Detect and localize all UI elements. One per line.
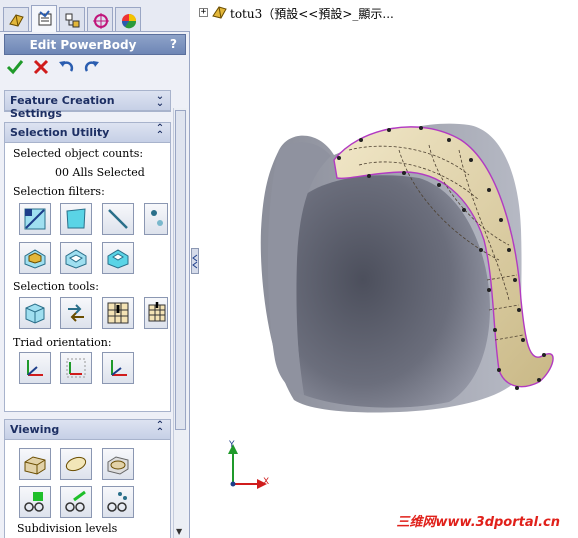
viewing-group: Viewing ⌃ ⌃ Subdivision levels: [4, 419, 171, 538]
view-box-mode-button[interactable]: [19, 448, 51, 480]
glasses-point-icon: [107, 492, 127, 512]
filter-edge-button[interactable]: [102, 203, 134, 235]
viewing-title: Viewing: [10, 423, 60, 436]
help-button[interactable]: ?: [166, 37, 181, 52]
selection-filters-label: Selection filters:: [13, 185, 105, 198]
edge-icon: [108, 209, 128, 229]
cancel-button[interactable]: [32, 58, 52, 78]
redo-button[interactable]: [83, 58, 103, 78]
filter-body-button[interactable]: [19, 242, 51, 274]
configuration-manager-icon: [65, 13, 80, 28]
subdivision-face-icon: [65, 249, 87, 269]
feature-creation-settings-header[interactable]: Feature Creation Settings ⌄ ⌄: [5, 91, 170, 120]
feature-tree-icon: [9, 14, 24, 27]
face-icon: [66, 208, 86, 229]
grid-shrink-icon: [148, 302, 166, 322]
scrollbar-thumb[interactable]: [175, 110, 186, 430]
property-manager-pane: Edit PowerBody ? Feature Creation Settin…: [0, 0, 190, 538]
selected-counts-label: Selected object counts:: [13, 147, 144, 160]
watermark-text: 三维网www.3dportal.cn: [396, 515, 560, 530]
collapse-arrows-icon: [192, 254, 198, 269]
filter-point-button[interactable]: [144, 203, 168, 235]
scroll-down-icon[interactable]: ▼: [176, 527, 182, 536]
smooth-mode-icon: [65, 456, 87, 472]
glasses-face-icon: [24, 492, 44, 512]
property-manager-icon: [38, 10, 52, 26]
x-axis-label: X: [263, 477, 270, 487]
triad-global-icon: [27, 360, 43, 376]
collapse-chevron-icon[interactable]: ⌃ ⌃: [154, 421, 166, 438]
axis-triad: [228, 444, 267, 489]
panel-title-bar: Edit PowerBody ?: [4, 34, 186, 55]
view-select-faces-button[interactable]: [19, 486, 51, 518]
select-loop-button[interactable]: [60, 297, 92, 329]
selection-utility-header[interactable]: Selection Utility ⌃ ⌃: [5, 123, 170, 143]
filter-subdivision-face-button[interactable]: [60, 242, 92, 274]
dimxpert-icon: [93, 13, 109, 29]
filter-all-icon: [24, 208, 46, 230]
dimxpert-manager-tab[interactable]: [87, 7, 113, 31]
ok-button[interactable]: [6, 58, 26, 78]
selection-tools-label: Selection tools:: [13, 280, 99, 293]
select-cube-button[interactable]: [19, 297, 51, 329]
triad-local-icon: [66, 358, 86, 378]
body-icon: [24, 249, 46, 269]
shrink-selection-button[interactable]: [144, 297, 168, 329]
triad-view-button[interactable]: [102, 352, 134, 384]
glasses-edge-icon: [65, 490, 86, 512]
point-icon: [151, 210, 163, 226]
triad-local-button[interactable]: [60, 352, 92, 384]
cube-icon: [25, 303, 45, 324]
collapse-chevron-icon[interactable]: ⌃ ⌃: [154, 124, 166, 141]
checkmark-icon: [6, 60, 24, 75]
loop-arrows-icon: [68, 304, 84, 322]
view-select-points-button[interactable]: [102, 486, 134, 518]
triad-view-icon: [111, 360, 127, 376]
selection-utility-group: Selection Utility ⌃ ⌃ Selected object cou…: [4, 122, 171, 412]
feature-manager-tab[interactable]: [3, 7, 29, 31]
close-icon: [33, 59, 49, 75]
view-select-edges-button[interactable]: [60, 486, 92, 518]
redo-icon: [84, 61, 99, 72]
feature-creation-settings-title: Feature Creation Settings: [10, 94, 115, 120]
filter-vertex-button[interactable]: [19, 203, 51, 235]
grid-grow-icon: [107, 302, 129, 324]
undo-icon: [59, 61, 74, 72]
configuration-manager-tab[interactable]: [59, 7, 85, 31]
view-both-mode-button[interactable]: [102, 448, 134, 480]
subdivision-body-icon: [107, 249, 129, 269]
view-smooth-mode-button[interactable]: [60, 448, 92, 480]
triad-global-button[interactable]: [19, 352, 51, 384]
feature-creation-settings-group: Feature Creation Settings ⌄ ⌄: [4, 90, 171, 120]
viewing-header[interactable]: Viewing ⌃ ⌃: [5, 420, 170, 440]
subdivision-levels-label: Subdivision levels: [17, 522, 118, 535]
graphics-area[interactable]: + totu3（預設<<預設>_顯示... Y X 三维网www.3dporta…: [199, 0, 578, 538]
filter-subdivision-body-button[interactable]: [102, 242, 134, 274]
display-manager-tab[interactable]: [115, 7, 141, 31]
pane-splitter-handle[interactable]: [191, 248, 199, 274]
filter-face-button[interactable]: [60, 203, 92, 235]
panel-title: Edit PowerBody: [29, 38, 137, 52]
grow-selection-button[interactable]: [102, 297, 134, 329]
manager-tabs: [0, 0, 190, 32]
pane-scrollbar[interactable]: ▼: [173, 108, 187, 538]
both-mode-icon: [107, 456, 129, 475]
box-mode-icon: [24, 456, 46, 475]
y-axis-label: Y: [229, 440, 235, 450]
expand-chevron-icon[interactable]: ⌄ ⌄: [154, 92, 166, 109]
selection-utility-title: Selection Utility: [10, 126, 110, 139]
triad-orientation-label: Triad orientation:: [13, 336, 112, 349]
display-manager-icon: [121, 14, 137, 29]
undo-button[interactable]: [57, 58, 77, 78]
selected-counts-value: 00 Alls Selected: [55, 166, 145, 179]
property-manager-tab[interactable]: [31, 5, 57, 32]
